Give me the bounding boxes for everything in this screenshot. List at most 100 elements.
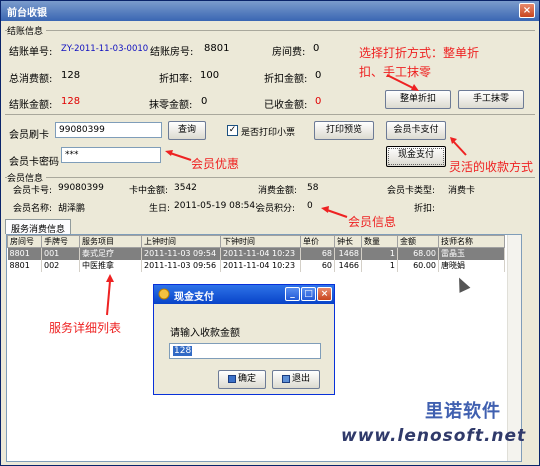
card-pay-button[interactable]: 会员卡支付 [386, 121, 446, 140]
discount-label: 折扣: [414, 204, 436, 214]
amount-input[interactable]: 128 [169, 343, 321, 359]
maximize-icon[interactable]: □ [301, 287, 316, 301]
points-label: 会员积分: [256, 204, 296, 214]
member-group-border [5, 177, 535, 178]
query-button[interactable]: 查询 [168, 121, 206, 140]
minimize-icon[interactable]: _ [285, 287, 300, 301]
amount-value: 128 [61, 96, 81, 107]
password-label: 会员卡密码 [9, 157, 59, 168]
cash-pay-button[interactable]: 现金支付 [386, 146, 446, 167]
card-group-border [5, 114, 535, 115]
table-cell: 8801 [7, 247, 42, 260]
card-password-input[interactable]: *** [61, 147, 161, 163]
table-cell: 8801 [7, 259, 42, 272]
table-cell: 雷晶玉 [438, 247, 505, 260]
rounding-label: 抹零金额: [149, 100, 193, 111]
title-bar: 前台收银 × [1, 1, 539, 21]
table-cell: 60 [300, 259, 335, 272]
rounding-value: 0 [201, 96, 208, 107]
watermark-url: www.lenosoft.net [341, 426, 527, 446]
amount-label: 结账金额: [9, 100, 53, 111]
discount-amt-label: 折扣金额: [264, 74, 308, 85]
table-cell: 1 [361, 259, 398, 272]
card-swipe-input[interactable]: 99080399 [55, 122, 162, 138]
column-header[interactable]: 房间号 [7, 235, 42, 248]
flexible-pay-annotation: 灵活的收款方式 [449, 160, 534, 174]
print-preview-button[interactable]: 打印预览 [314, 121, 374, 140]
column-header[interactable]: 服务项目 [79, 235, 142, 248]
service-list-annotation: 服务详细列表 [49, 321, 122, 335]
arrow-icon [106, 274, 114, 316]
room-fee-label: 房间费: [272, 47, 306, 58]
swipe-label: 会员刷卡 [9, 130, 49, 141]
column-header[interactable]: 技师名称 [438, 235, 505, 248]
table-cell: 60.00 [397, 259, 439, 272]
print-receipt-checkbox[interactable]: ✓ [227, 125, 238, 136]
arrow-icon [386, 74, 419, 91]
balance-value: 3542 [174, 183, 197, 193]
room-label: 结账房号: [150, 47, 194, 58]
cash-pay-dialog: 现金支付 _ □ × 请输入收款金额 128 确定 退出 [153, 284, 335, 395]
column-header[interactable]: 上钟时间 [141, 235, 221, 248]
exit-icon [281, 374, 290, 383]
tab-service-info[interactable]: 服务消费信息 [5, 219, 72, 235]
ok-button-label: 确定 [237, 374, 256, 384]
table-cell: 泰式足疗 [79, 247, 142, 260]
exit-button[interactable]: 退出 [272, 370, 320, 389]
bill-no-label: 结账单号: [9, 47, 53, 58]
birthday-label: 生日: [149, 204, 171, 214]
dialog-title-bar: 现金支付 _ □ × [154, 285, 334, 304]
total-value: 128 [61, 70, 81, 81]
received-label: 已收金额: [264, 100, 308, 111]
amount-input-selection: 128 [173, 346, 193, 356]
dialog-title: 现金支付 [174, 292, 214, 303]
table-cell: 2011-11-04 10:23 [220, 259, 301, 272]
dialog-prompt: 请输入收款金额 [170, 328, 240, 339]
table-cell: 1 [361, 247, 398, 260]
balance-label: 卡中金额: [129, 186, 169, 196]
column-header[interactable]: 单价 [300, 235, 335, 248]
table-cell: 68.00 [397, 247, 439, 260]
manual-round-button[interactable]: 手工抹零 [458, 90, 524, 109]
member-card-no-value: 99080399 [58, 183, 104, 193]
table-cell: 2011-11-03 09:56 [141, 259, 221, 272]
close-icon[interactable]: × [317, 287, 332, 301]
bill-no-value: ZY-2011-11-03-0010 [61, 44, 149, 54]
column-header[interactable]: 手牌号 [41, 235, 80, 248]
table-cell: 002 [41, 259, 80, 272]
table-row[interactable]: 8801 002 中医推拿 2011-11-03 09:56 2011-11-0… [7, 259, 505, 272]
arrow-icon [450, 137, 467, 156]
discount-rate-label: 折扣率: [159, 74, 193, 85]
room-value: 8801 [204, 43, 230, 54]
arrow-icon [165, 150, 192, 161]
table-row[interactable]: 8801 001 泰式足疗 2011-11-03 09:54 2011-11-0… [7, 247, 505, 260]
app-icon [158, 288, 170, 300]
column-header[interactable]: 金额 [397, 235, 439, 248]
main-window: 前台收银 × 结账信息 结账单号: ZY-2011-11-03-0010 结账房… [0, 0, 540, 466]
settle-group-border [5, 30, 535, 31]
table-cell: 中医推拿 [79, 259, 142, 272]
close-button[interactable]: × [519, 3, 535, 18]
card-type-label: 会员卡类型: [387, 186, 436, 196]
member-discount-annotation: 会员优惠 [191, 157, 240, 171]
table-header-row: 房间号 手牌号 服务项目 上钟时间 下钟时间 单价 钟长 数量 金额 技师名称 [7, 235, 505, 248]
room-fee-value: 0 [313, 43, 320, 54]
discount-amt-value: 0 [315, 70, 322, 81]
settle-group-label: 结账信息 [7, 24, 47, 37]
received-value: 0 [315, 96, 322, 107]
member-card-no-label: 会员卡号: [13, 186, 53, 196]
table-cell: 68 [300, 247, 335, 260]
consumed-label: 消费金额: [258, 186, 298, 196]
arrow-icon [321, 206, 348, 218]
print-receipt-label: 是否打印小票 [241, 128, 296, 138]
consumed-value: 58 [307, 183, 319, 193]
ok-button[interactable]: 确定 [218, 370, 266, 389]
disk-icon [227, 374, 236, 383]
birthday-value: 2011-05-19 08:54: [174, 201, 259, 211]
column-header[interactable]: 钟长 [334, 235, 362, 248]
column-header[interactable]: 数量 [361, 235, 398, 248]
exit-button-label: 退出 [291, 374, 310, 384]
column-header[interactable]: 下钟时间 [220, 235, 301, 248]
member-name-label: 会员名称: [13, 204, 53, 214]
points-value: 0 [307, 201, 313, 211]
